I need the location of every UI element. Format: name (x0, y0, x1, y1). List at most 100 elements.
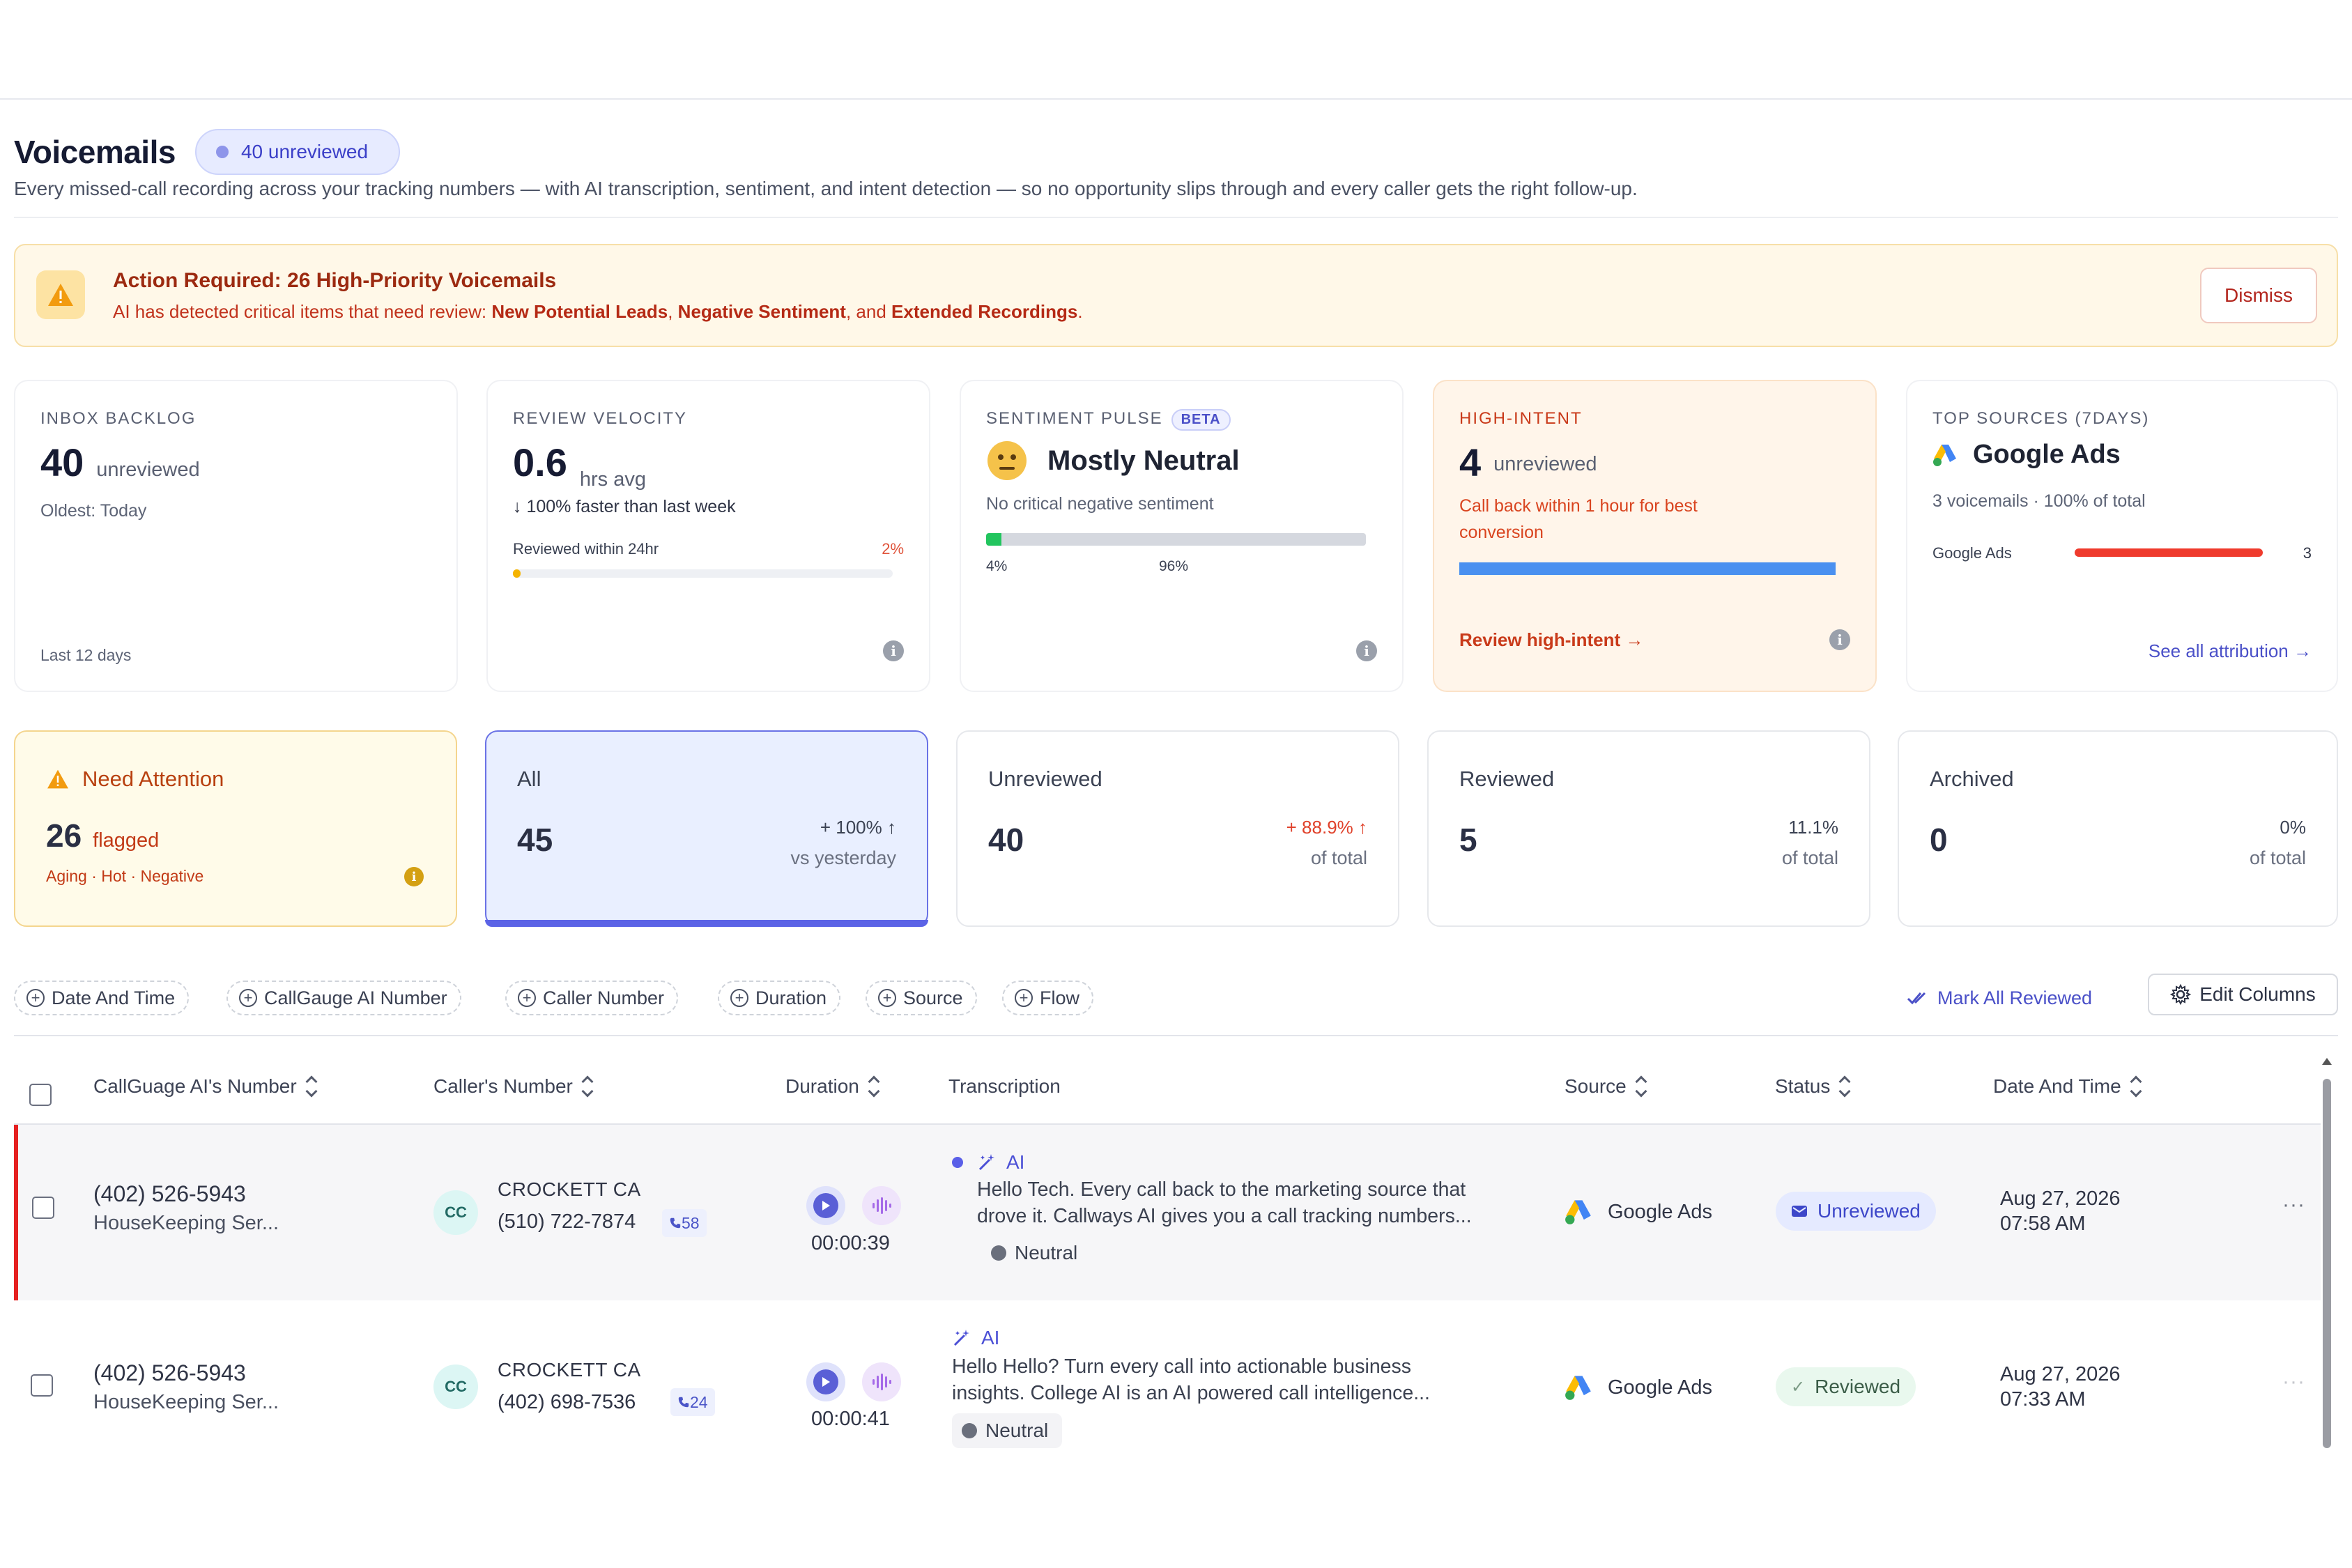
row-checkbox[interactable] (32, 1197, 54, 1219)
review-high-intent-link[interactable]: Review high-intent → (1459, 629, 1643, 651)
waveform-icon (873, 1374, 891, 1390)
intent-bar-fill (1459, 562, 1836, 575)
more-options-button[interactable]: ··· (2282, 1370, 2305, 1394)
metric-card-top-sources: TOP SOURCES (7DAYS) Google Ads 3 voicema… (1906, 380, 2338, 692)
scrollbar-thumb[interactable] (2323, 1079, 2331, 1448)
need-attention-label: Need Attention (82, 767, 224, 791)
alert-item-extended[interactable]: Extended Recordings (891, 301, 1077, 322)
alert-body: AI has detected critical items that need… (113, 301, 1083, 323)
status-badge[interactable]: Unreviewed (1776, 1192, 1936, 1231)
filter-chip-source[interactable]: + Source (866, 981, 977, 1015)
column-header-label: Date And Time (1993, 1075, 2121, 1097)
column-header-number[interactable]: CallGuage AI's Number (93, 1075, 316, 1098)
source-cell: Google Ads (1565, 1374, 1712, 1401)
see-all-attribution-link[interactable]: See all attribution → (2149, 640, 2312, 662)
double-check-icon (1907, 992, 1926, 1005)
filter-card-reviewed[interactable]: Reviewed 5 11.1% of total (1427, 730, 1870, 927)
play-button[interactable] (806, 1186, 845, 1225)
reviewed-label: Reviewed (1459, 767, 1555, 791)
backlog-unit: unreviewed (96, 459, 200, 481)
column-header-label: Duration (785, 1075, 859, 1097)
info-icon[interactable]: i (404, 867, 424, 886)
metric-label: TOP SOURCES (7DAYS) (1932, 409, 2150, 428)
backlog-footer: Last 12 days (40, 646, 132, 664)
plus-circle-icon: + (878, 989, 896, 1007)
intent-bar-track (1459, 562, 1836, 575)
filter-chip-duration[interactable]: + Duration (718, 981, 841, 1015)
more-options-button[interactable]: ··· (2282, 1193, 2305, 1217)
call-count-badge[interactable]: 58 (662, 1209, 707, 1237)
status-badge[interactable]: ✓ Reviewed (1776, 1367, 1916, 1406)
call-count: 58 (682, 1213, 700, 1232)
caller-name: CROCKETT CA (498, 1178, 641, 1200)
intent-unit: unreviewed (1493, 453, 1597, 475)
mark-all-reviewed-button[interactable]: Mark All Reviewed (1907, 981, 2092, 1015)
tracking-number-label: HouseKeeping Ser... (93, 1391, 279, 1413)
plus-circle-icon: + (26, 989, 45, 1007)
chip-label: Source (903, 987, 963, 1008)
sort-icon (1840, 1076, 1850, 1097)
all-value: 45 (517, 822, 553, 858)
alert-title: Action Required: 26 High-Priority Voicem… (113, 269, 557, 292)
column-header-date[interactable]: Date And Time (1993, 1075, 2141, 1098)
plus-circle-icon: + (1015, 989, 1033, 1007)
time: 07:33 AM (2000, 1388, 2086, 1411)
row-checkbox[interactable] (31, 1374, 53, 1397)
sort-icon (583, 1076, 592, 1097)
source-row-count: 3 (2303, 544, 2312, 562)
sentiment-value-row: Mostly Neutral (986, 440, 1240, 482)
reviewed-pct: 11.1% (1788, 817, 1838, 838)
alert-body-prefix: AI has detected critical items that need… (113, 301, 492, 322)
unreviewed-badge[interactable]: 40 unreviewed (194, 129, 401, 175)
edit-columns-button[interactable]: Edit Columns (2148, 974, 2338, 1015)
phone-icon (670, 1217, 681, 1229)
info-icon[interactable]: i (1356, 640, 1377, 661)
waveform-button[interactable] (862, 1186, 901, 1225)
metric-value: 0.6 hrs avg (513, 440, 646, 491)
column-header-caller[interactable]: Caller's Number (433, 1075, 592, 1098)
warning-icon (36, 270, 85, 319)
column-header-source[interactable]: Source (1565, 1075, 1646, 1098)
waveform-button[interactable] (862, 1362, 901, 1401)
tracking-number-label: HouseKeeping Ser... (93, 1212, 279, 1234)
alert-item-leads[interactable]: New Potential Leads (491, 301, 668, 322)
column-header-status[interactable]: Status (1775, 1075, 1850, 1098)
filter-card-unreviewed[interactable]: Unreviewed 40 + 88.9% ↑ of total (956, 730, 1399, 927)
filter-card-archived[interactable]: Archived 0 0% of total (1898, 730, 2338, 927)
info-icon[interactable]: i (1829, 629, 1850, 650)
waveform-icon (873, 1197, 891, 1214)
caller-number: (402) 698-7536 (498, 1391, 636, 1413)
alert-end: . (1077, 301, 1083, 322)
backlog-oldest: Oldest: Today (40, 501, 147, 521)
filter-card-all[interactable]: All 45 + 100% ↑ vs yesterday (485, 730, 928, 927)
archived-pct: 0% (2280, 817, 2306, 838)
scroll-up-arrow-icon[interactable] (2322, 1058, 2332, 1065)
all-pct: + 100% ↑ (820, 817, 896, 838)
filter-chip-caller-number[interactable]: + Caller Number (505, 981, 679, 1015)
filter-chip-date-and-time[interactable]: + Date And Time (14, 981, 190, 1015)
call-count: 24 (690, 1392, 708, 1411)
need-attention-value: 26 (46, 817, 82, 854)
tracking-number: (402) 526-5943 (93, 1360, 246, 1385)
need-attention-card[interactable]: Need Attention 26 flagged Aging · Hot · … (14, 730, 457, 927)
alert-item-negative[interactable]: Negative Sentiment (678, 301, 846, 322)
unreviewed-badge-label: 40 unreviewed (240, 141, 369, 162)
unreviewed-pct: + 88.9% ↑ (1286, 817, 1367, 838)
all-sub: vs yesterday (790, 847, 896, 868)
select-all-checkbox[interactable] (29, 1084, 52, 1106)
info-icon[interactable]: i (883, 640, 904, 661)
metric-card-sentiment: SENTIMENT PULSE BETA Mostly Neutral No cr… (960, 380, 1404, 692)
check-icon: ✓ (1791, 1377, 1806, 1397)
filter-chip-flow[interactable]: + Flow (1002, 981, 1094, 1015)
play-button[interactable] (806, 1362, 845, 1401)
filter-chip-callgauge-number[interactable]: + CallGauge AI Number (226, 981, 461, 1015)
column-header-duration[interactable]: Duration (785, 1075, 879, 1098)
metric-card-high-intent: HIGH-INTENT 4 unreviewed Call back within… (1433, 380, 1877, 692)
dismiss-button[interactable]: Dismiss (2200, 268, 2317, 323)
intent-value: 4 (1459, 440, 1482, 484)
table-row[interactable] (14, 1125, 2321, 1300)
archived-label: Archived (1930, 767, 2014, 791)
call-count-badge[interactable]: 24 (670, 1388, 715, 1416)
velocity-unit: hrs avg (579, 468, 646, 491)
page-subtitle: Every missed-call recording across your … (14, 178, 1638, 199)
